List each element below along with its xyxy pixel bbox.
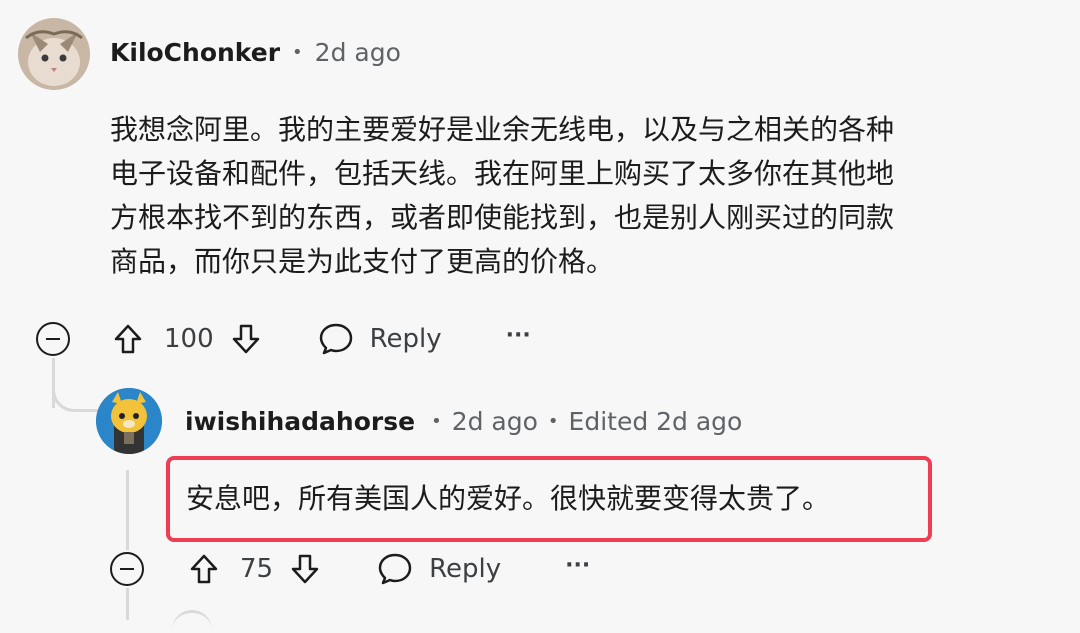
avatar-kilochonker[interactable] bbox=[18, 18, 90, 90]
comment2-actions: 75 Reply ··· bbox=[186, 548, 590, 590]
comment-bubble-icon bbox=[377, 552, 413, 586]
reply-button[interactable]: Reply bbox=[377, 552, 501, 586]
vote-count: 75 bbox=[240, 554, 274, 584]
reply-button[interactable]: Reply bbox=[318, 322, 442, 356]
more-options-button[interactable]: ··· bbox=[506, 323, 531, 348]
separator-dot: • bbox=[292, 42, 303, 63]
reply-label: Reply bbox=[369, 324, 442, 354]
upvote-icon[interactable] bbox=[110, 318, 146, 360]
separator-dot: • bbox=[431, 411, 442, 432]
comment1-header: KiloChonker • 2d ago bbox=[110, 38, 401, 67]
upvote-icon[interactable] bbox=[186, 548, 222, 590]
comment-line: 商品，而你只是为此支付了更高的价格。 bbox=[110, 245, 615, 278]
reply-label: Reply bbox=[429, 554, 502, 584]
downvote-icon[interactable] bbox=[228, 318, 264, 360]
next-comment-avatar bbox=[172, 610, 212, 633]
comment-line: 电子设备和配件，包括天线。我在阿里上购买了太多你在其他地 bbox=[110, 157, 895, 190]
timestamp[interactable]: 2d ago bbox=[315, 38, 401, 67]
avatar-iwishihadahorse[interactable] bbox=[96, 388, 162, 454]
comment2-header: iwishihadahorse • 2d ago • Edited 2d ago bbox=[185, 407, 742, 436]
edited-label: Edited 2d ago bbox=[568, 407, 743, 436]
thread-line-reply bbox=[126, 470, 129, 550]
username[interactable]: iwishihadahorse bbox=[185, 407, 415, 436]
comment1-body: 我想念阿里。我的主要爱好是业余无线电，以及与之相关的各种 电子设备和配件，包括天… bbox=[110, 108, 1060, 284]
thread-curve bbox=[52, 360, 102, 412]
comment-line: 方根本找不到的东西，或者即使能找到，也是别人刚买过的同款 bbox=[110, 201, 895, 234]
timestamp[interactable]: 2d ago bbox=[452, 407, 538, 436]
separator-dot: • bbox=[547, 411, 559, 432]
collapse-thread-button[interactable] bbox=[36, 322, 70, 356]
collapse-thread-button[interactable] bbox=[110, 552, 144, 586]
comment-line: 我想念阿里。我的主要爱好是业余无线电，以及与之相关的各种 bbox=[110, 113, 895, 146]
comment1-actions: 100 Reply ··· bbox=[110, 318, 531, 360]
username[interactable]: KiloChonker bbox=[110, 38, 280, 67]
downvote-icon[interactable] bbox=[287, 548, 323, 590]
more-options-button[interactable]: ··· bbox=[565, 553, 590, 578]
comment2-body: 安息吧，所有美国人的爱好。很快就要变得太贵了。 bbox=[186, 482, 831, 515]
comment-bubble-icon bbox=[318, 322, 354, 356]
thread-line-reply-lower bbox=[126, 588, 129, 620]
vote-count: 100 bbox=[164, 324, 214, 354]
